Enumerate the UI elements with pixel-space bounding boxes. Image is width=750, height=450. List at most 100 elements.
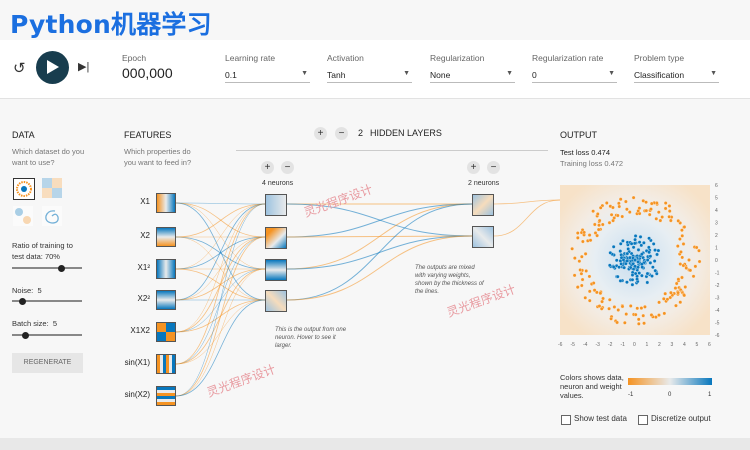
feature-node[interactable] (156, 386, 176, 406)
data-point (587, 298, 592, 303)
feature-node[interactable] (156, 259, 176, 279)
data-point (637, 240, 642, 245)
data-point (631, 245, 636, 250)
output-heatmap[interactable]: -6 -5 -4 -3 -2 -1 0 1 2 3 4 5 6 6 5 4 3 2 1 0 -1 -2 -3 -4 -5 -6 (555, 180, 730, 355)
color-legend-bar (628, 378, 712, 385)
data-point (628, 265, 633, 270)
data-point (587, 274, 592, 279)
data-point (628, 255, 632, 260)
neuron-layer1[interactable] (265, 290, 287, 312)
data-point (641, 313, 646, 318)
discretize-label: Discretize output (651, 414, 711, 423)
color-legend: -1 0 1 (628, 378, 712, 398)
weight-line[interactable] (175, 236, 266, 270)
feature-node[interactable] (156, 193, 176, 213)
weight-line[interactable] (175, 203, 266, 270)
show-test-checkbox[interactable] (561, 415, 571, 425)
feature-label: X2² (137, 294, 150, 303)
data-point (622, 265, 627, 270)
data-point (607, 306, 611, 311)
data-point (608, 250, 613, 255)
data-point (694, 245, 699, 250)
color-legend-text: Colors shows data, neuron and weight val… (560, 373, 624, 400)
add-layer-button[interactable]: + (314, 127, 327, 140)
discretize-checkbox[interactable] (638, 415, 648, 425)
data-point (581, 239, 585, 244)
data-point (611, 205, 615, 210)
neuron-layer1[interactable] (265, 194, 287, 216)
data-point (633, 264, 637, 269)
data-point (637, 271, 642, 275)
data-point (644, 208, 649, 213)
weight-line[interactable] (493, 199, 561, 237)
data-point (621, 239, 625, 243)
data-point (633, 234, 638, 238)
feature-node[interactable] (156, 322, 176, 342)
weight-line[interactable] (493, 199, 561, 205)
data-point (673, 286, 678, 290)
y-tick-label: 2 (715, 233, 718, 239)
data-point (617, 265, 621, 270)
feature-label: X2 (140, 231, 150, 240)
data-point (587, 289, 592, 294)
data-point (663, 291, 668, 296)
neuron-layer2[interactable] (472, 194, 494, 216)
data-point (663, 206, 668, 211)
data-point (630, 277, 635, 282)
data-point (601, 296, 605, 301)
data-point (652, 259, 657, 263)
feature-node[interactable] (156, 290, 176, 310)
y-tick-label: -6 (715, 333, 720, 339)
y-tick-label: -4 (715, 308, 720, 314)
data-point (642, 240, 646, 245)
data-point (614, 258, 619, 263)
x-tick-label: -5 (571, 342, 576, 348)
data-point (635, 306, 640, 311)
data-point (632, 241, 637, 246)
data-point (625, 251, 630, 256)
remove-layer-button[interactable]: − (335, 127, 348, 140)
data-point (629, 241, 634, 246)
data-point (607, 297, 612, 302)
data-point (678, 262, 683, 266)
data-point (667, 214, 672, 219)
data-point (639, 262, 644, 267)
weight-line[interactable] (175, 203, 266, 301)
data-point (641, 198, 646, 203)
data-point (633, 258, 637, 262)
footer-bar (0, 438, 750, 450)
data-point (650, 274, 654, 278)
data-point (656, 210, 661, 214)
data-point (654, 271, 659, 276)
data-point (693, 264, 698, 269)
data-point (697, 248, 701, 253)
remove-neuron-button-layer1[interactable]: − (281, 161, 294, 174)
data-point (620, 214, 625, 219)
data-point (578, 268, 583, 272)
data-point (675, 244, 680, 248)
data-point (656, 248, 661, 253)
feature-node[interactable] (156, 227, 176, 247)
neuron-layer1[interactable] (265, 227, 287, 249)
training-loss: Training loss 0.472 (560, 159, 624, 168)
y-tick-label: 0 (715, 258, 718, 264)
data-point (596, 227, 601, 232)
weight-line[interactable] (175, 203, 266, 238)
remove-neuron-button-layer2[interactable]: − (487, 161, 500, 174)
data-point (583, 295, 588, 300)
weight-line[interactable] (175, 202, 266, 238)
add-neuron-button-layer1[interactable]: + (261, 161, 274, 174)
data-point (653, 268, 658, 273)
data-point (667, 204, 672, 208)
data-point (631, 195, 636, 200)
neuron-layer2[interactable] (472, 226, 494, 248)
data-point (655, 252, 659, 257)
feature-label: sin(X1) (124, 358, 150, 367)
data-point (637, 206, 642, 211)
feature-node[interactable] (156, 354, 176, 374)
add-neuron-button-layer2[interactable]: + (467, 161, 480, 174)
weight-line[interactable] (175, 203, 266, 365)
neuron-layer1[interactable] (265, 259, 287, 281)
data-point (607, 263, 612, 268)
data-point (665, 297, 670, 302)
